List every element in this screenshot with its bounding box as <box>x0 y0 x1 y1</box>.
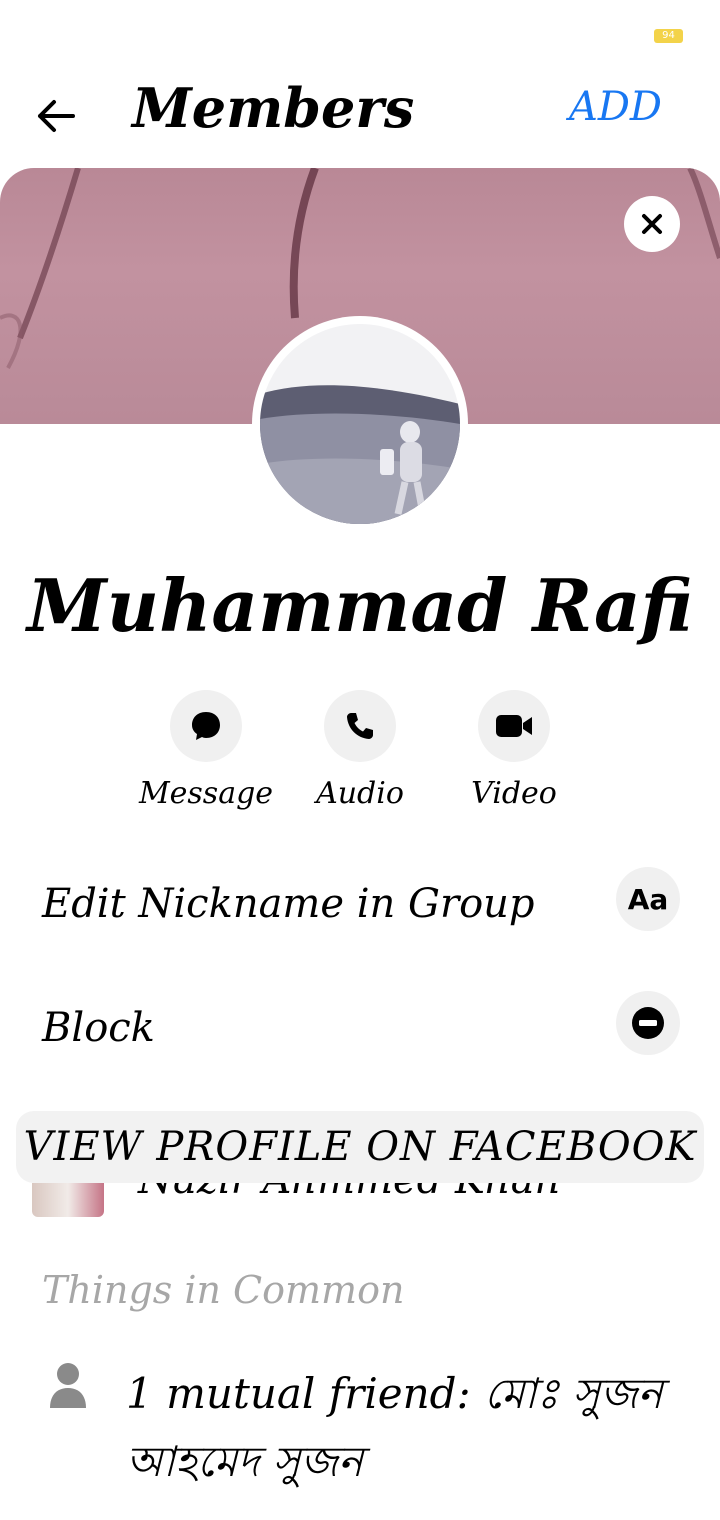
page-title: Members <box>132 76 415 140</box>
member-list-name: Nazir Ahmmed Khan <box>138 1183 560 1203</box>
audio-button[interactable] <box>324 690 396 762</box>
video-action[interactable]: Video <box>439 690 589 811</box>
video-label: Video <box>471 776 557 811</box>
header: Members ADD <box>0 60 720 160</box>
message-bubble-icon <box>192 712 220 740</box>
video-button[interactable] <box>478 690 550 762</box>
back-button[interactable] <box>28 88 84 144</box>
member-list-item[interactable]: Nazir Ahmmed Khan <box>0 1183 720 1217</box>
video-camera-icon <box>496 715 532 737</box>
person-icon <box>50 1363 86 1408</box>
block-icon <box>616 991 680 1055</box>
message-button[interactable] <box>170 690 242 762</box>
message-label: Message <box>138 776 274 811</box>
member-name: Muhammad Rafi <box>27 563 693 648</box>
message-action[interactable]: Message <box>131 690 281 811</box>
avatar[interactable] <box>252 316 468 532</box>
member-sheet: Muhammad Rafi Message Audio Video Edit N… <box>0 168 720 1520</box>
edit-nickname-label: Edit Nickname in Group <box>42 881 535 927</box>
member-thumbnail <box>32 1183 104 1217</box>
text-format-icon: Aa <box>616 867 680 931</box>
mutual-friend-text: 1 mutual friend: মোঃ সুজন আহমেদ সুজন <box>126 1369 663 1486</box>
avatar-photo <box>260 324 460 524</box>
edit-nickname-row[interactable]: Edit Nickname in Group Aa <box>0 867 720 957</box>
audio-action[interactable]: Audio <box>285 690 435 811</box>
audio-label: Audio <box>316 776 404 811</box>
arrow-left-icon <box>38 100 75 132</box>
phone-icon <box>347 713 373 739</box>
battery-indicator: 94 <box>654 29 683 43</box>
close-icon <box>642 214 662 234</box>
block-row[interactable]: Block <box>0 991 720 1081</box>
things-in-common-heading: Things in Common <box>42 1268 405 1312</box>
close-button[interactable] <box>624 196 680 252</box>
view-profile-button[interactable]: VIEW PROFILE ON FACEBOOK <box>16 1111 704 1183</box>
add-button[interactable]: ADD <box>569 84 662 130</box>
block-label: Block <box>42 1005 155 1051</box>
